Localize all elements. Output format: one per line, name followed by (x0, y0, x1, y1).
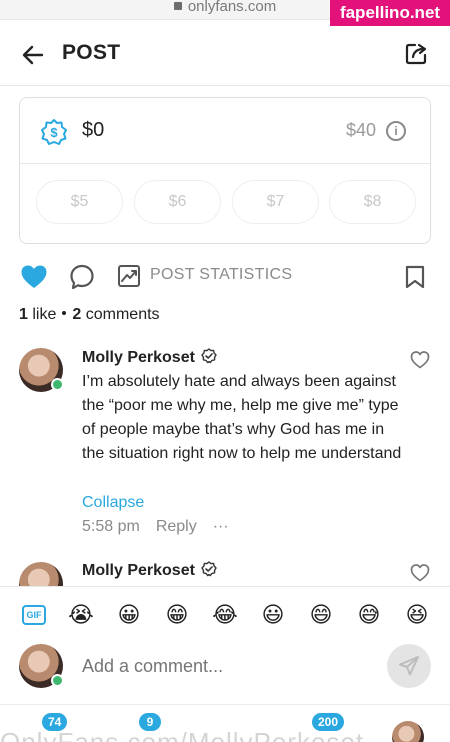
separator-dot (62, 311, 67, 315)
emoji-bar: GIF 😭 😀 😁 😂 😃 😄 😅 😆 (0, 586, 450, 640)
comments-label[interactable]: comments (86, 306, 160, 323)
post-counts: 1 like 2 comments (19, 306, 160, 324)
back-arrow-icon[interactable] (20, 42, 46, 68)
heart-filled-icon[interactable] (20, 263, 48, 291)
emoji-beaming-button[interactable]: 😁 (163, 601, 191, 629)
online-status-dot (51, 378, 64, 391)
like-comment-heart-icon[interactable] (410, 563, 430, 583)
emoji-smile-button[interactable]: 😄 (307, 601, 335, 629)
tip-preset-button[interactable]: $8 (329, 180, 416, 224)
notification-badge[interactable]: 9 (139, 713, 161, 731)
comment-author[interactable]: Molly Perkoset (82, 561, 217, 580)
reply-button[interactable]: Reply (156, 518, 197, 535)
collapse-link[interactable]: Collapse (82, 494, 144, 512)
online-status-dot (51, 674, 64, 687)
notification-badge[interactable]: 74 (42, 713, 68, 731)
comment-author[interactable]: Molly Perkoset (82, 348, 217, 367)
watermark-text: OnlyFans.com/MollyPerkoset (0, 727, 365, 742)
emoji-grinning-button[interactable]: 😀 (115, 601, 143, 629)
comment-item: Molly Perkoset (0, 560, 450, 586)
emoji-tears-of-joy-button[interactable]: 😂 (211, 601, 239, 629)
post-actions: POST STATISTICS (0, 255, 450, 295)
comment-meta: 5:58 pm Reply ··· (82, 518, 245, 536)
verified-badge-icon (201, 561, 217, 577)
tip-amount-row[interactable]: $ $0 $40 i (20, 98, 430, 164)
bookmark-icon[interactable] (404, 265, 426, 289)
avatar (19, 644, 64, 688)
notification-badge[interactable]: 200 (312, 713, 345, 731)
comments-count: 2 (72, 306, 82, 323)
comment-composer (0, 640, 450, 694)
watermark: fapellino.net (330, 0, 450, 26)
dollar-coin-icon: $ (41, 119, 67, 145)
emoji-sweat-smile-button[interactable]: 😅 (355, 601, 383, 629)
likes-count: 1 (19, 306, 28, 323)
avatar[interactable] (19, 562, 63, 586)
comment-input[interactable] (82, 656, 372, 677)
tip-card: $ $0 $40 i $5 $6 $7 $8 (19, 97, 431, 244)
info-icon[interactable]: i (386, 121, 406, 141)
comment-text: I’m absolutely hate and always been agai… (82, 373, 402, 462)
svg-text:$: $ (50, 125, 58, 140)
post-header: POST (0, 24, 450, 86)
emoji-smiley-button[interactable]: 😃 (259, 601, 287, 629)
avatar[interactable] (19, 348, 64, 392)
page-title: POST (62, 41, 121, 64)
tip-presets: $5 $6 $7 $8 (36, 180, 416, 224)
tip-preset-button[interactable]: $5 (36, 180, 123, 224)
send-button[interactable] (387, 644, 431, 688)
lock-icon (173, 2, 182, 10)
emoji-crying-button[interactable]: 😭 (67, 601, 95, 629)
share-icon[interactable] (404, 40, 430, 66)
more-options-icon[interactable]: ··· (213, 518, 229, 535)
statistics-chart-icon[interactable] (117, 264, 141, 288)
tip-max-amount: $40 (345, 120, 376, 140)
tip-preset-button[interactable]: $6 (134, 180, 221, 224)
comment-time: 5:58 pm (82, 518, 140, 535)
like-comment-heart-icon[interactable] (410, 350, 430, 370)
gif-icon[interactable]: GIF (22, 605, 46, 625)
tip-amount-value[interactable]: $0 (82, 119, 104, 142)
verified-badge-icon (201, 348, 217, 364)
likes-label[interactable]: like (32, 306, 56, 323)
tip-preset-button[interactable]: $7 (232, 180, 319, 224)
profile-avatar-tab[interactable] (392, 721, 424, 742)
comment-bubble-icon[interactable] (68, 263, 96, 291)
bottom-tab-bar: OnlyFans.com/MollyPerkoset 74 9 200 (0, 704, 450, 742)
emoji-laughing-button[interactable]: 😆 (403, 601, 431, 629)
post-statistics-link[interactable]: POST STATISTICS (150, 266, 292, 284)
send-plane-icon (399, 656, 419, 676)
